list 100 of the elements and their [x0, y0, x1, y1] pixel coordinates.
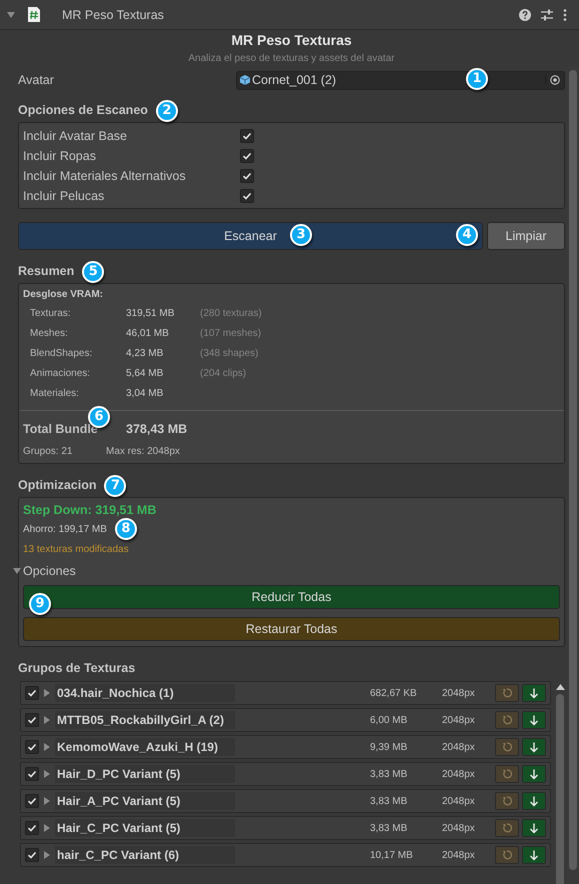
scroll-up-icon[interactable]	[556, 684, 564, 690]
texture-group-row[interactable]: Hair_A_PC Variant (5) 3,83 MB 2048px	[20, 789, 551, 813]
group-resolution: 2048px	[442, 850, 476, 860]
panel-subtitle: Analiza el peso de texturas y assets del avatar	[187, 52, 396, 65]
stat-value: 319,51 MB	[126, 307, 176, 321]
section-title: Optimizacion	[18, 478, 96, 493]
restore-button[interactable]	[495, 846, 519, 864]
texture-group-row[interactable]: Hair_C_PC Variant (5) 3,83 MB 2048px	[20, 816, 551, 840]
undo-icon	[502, 715, 512, 725]
checkbox[interactable]	[240, 129, 254, 143]
checkmark-icon	[27, 715, 37, 725]
callout-badge: 2	[156, 100, 178, 122]
checkbox[interactable]	[25, 686, 39, 700]
modified-count: 13 texturas modificadas	[23, 544, 130, 555]
restore-button[interactable]	[495, 711, 519, 729]
checkmark-icon	[27, 688, 37, 698]
apply-button[interactable]	[522, 846, 546, 864]
settings-sliders-icon[interactable]	[541, 8, 553, 20]
checkbox[interactable]	[25, 713, 39, 727]
help-icon[interactable]	[519, 8, 531, 20]
callout-badge: 7	[104, 474, 126, 496]
group-size: 682,67 KB	[370, 688, 418, 698]
checkbox[interactable]	[25, 740, 39, 754]
callout-badge: 1	[466, 68, 488, 90]
group-resolution: 2048px	[442, 714, 476, 726]
restore-button[interactable]	[495, 792, 519, 810]
foldout-triangle-icon[interactable]	[42, 769, 52, 779]
checkbox[interactable]	[25, 821, 39, 835]
apply-button[interactable]	[522, 765, 546, 783]
section-title: Grupos de Texturas	[18, 661, 136, 676]
restore-button[interactable]	[495, 684, 519, 702]
group-name: MTTB05_RockabillyGirl_A (2)	[55, 711, 235, 729]
down-arrow-icon	[529, 742, 539, 752]
group-size: 9,39 MB	[370, 742, 408, 752]
stat-note: (280 texturas)	[200, 307, 263, 321]
object-field[interactable]: Cornet_001 (2) 1	[236, 70, 565, 90]
stat-label: Meshes:	[30, 327, 69, 341]
texture-group-row[interactable]: hair_C_PC Variant (6) 10,17 MB 2048px	[20, 843, 551, 867]
callout-badge: 8	[114, 518, 137, 540]
stat-value: 3,04 MB	[126, 387, 164, 401]
group-name: KemomoWave_Azuki_H (19)	[55, 738, 235, 756]
more-menu-icon[interactable]	[563, 8, 567, 20]
checkmark-icon	[27, 742, 37, 752]
option-label: Incluir Pelucas	[23, 189, 106, 203]
checkbox[interactable]	[25, 794, 39, 808]
foldout-triangle-icon[interactable]	[42, 850, 52, 860]
texture-group-row[interactable]: MTTB05_RockabillyGirl_A (2) 6,00 MB 2048px	[20, 708, 551, 732]
panel-title: MR Peso Texturas	[230, 32, 353, 49]
group-size: 6,00 MB	[370, 714, 408, 726]
undo-icon	[502, 823, 512, 833]
foldout-triangle-icon[interactable]	[42, 688, 52, 698]
group-resolution: 2048px	[442, 822, 476, 834]
group-name: 034.hair_Nochica (1)	[55, 684, 235, 702]
undo-icon	[502, 769, 512, 779]
foldout-triangle-icon[interactable]	[42, 742, 52, 752]
group-size: 3,83 MB	[370, 796, 408, 806]
group-name: hair_C_PC Variant (6)	[55, 846, 235, 864]
foldout-triangle-icon[interactable]	[12, 566, 22, 576]
apply-button[interactable]	[522, 711, 546, 729]
down-arrow-icon	[529, 796, 539, 806]
foldout-triangle-icon[interactable]	[42, 823, 52, 833]
group-resolution: 2048px	[442, 742, 476, 752]
step-down-text: Step Down: 319,51 MB	[23, 503, 158, 517]
restore-button[interactable]	[495, 819, 519, 837]
group-name: Hair_A_PC Variant (5)	[55, 792, 235, 810]
stat-label: BlendShapes:	[30, 347, 94, 361]
checkmark-icon	[27, 769, 37, 779]
apply-button[interactable]	[522, 684, 546, 702]
max-resolution: Max res: 2048px	[106, 446, 180, 457]
checkmark-icon	[27, 850, 37, 860]
texture-group-row[interactable]: Hair_D_PC Variant (5) 3,83 MB 2048px	[20, 762, 551, 786]
checkbox[interactable]	[240, 189, 254, 203]
group-size: 3,83 MB	[370, 822, 408, 834]
apply-button[interactable]	[522, 792, 546, 810]
clear-button[interactable]: Limpiar	[487, 222, 565, 250]
option-label: Incluir Materiales Alternativos	[23, 169, 187, 183]
checkbox[interactable]	[240, 169, 254, 183]
restore-button[interactable]	[495, 765, 519, 783]
checkbox[interactable]	[25, 848, 39, 862]
restore-all-button[interactable]: Restaurar Todas	[23, 617, 560, 641]
total-value: 378,43 MB	[126, 422, 188, 436]
foldout-label[interactable]: Opciones	[23, 564, 76, 578]
script-icon	[28, 7, 40, 22]
section-title: Resumen	[18, 264, 74, 279]
foldout-triangle-icon[interactable]	[42, 796, 52, 806]
texture-group-row[interactable]: KemomoWave_Azuki_H (19) 9,39 MB 2048px	[20, 735, 551, 759]
apply-button[interactable]	[522, 738, 546, 756]
checkbox[interactable]	[240, 149, 254, 163]
restore-button[interactable]	[495, 738, 519, 756]
apply-button[interactable]	[522, 819, 546, 837]
stat-value: 4,23 MB	[126, 347, 164, 361]
stat-label: Materiales:	[30, 387, 80, 401]
foldout-triangle-icon[interactable]	[42, 715, 52, 725]
checkbox[interactable]	[25, 767, 39, 781]
texture-group-row[interactable]: 034.hair_Nochica (1) 682,67 KB 2048px	[20, 681, 551, 705]
stat-note: (204 clips)	[200, 367, 248, 381]
foldout-triangle-icon[interactable]	[6, 10, 16, 20]
stat-value: 46,01 MB	[126, 327, 170, 341]
stat-value: 5,64 MB	[126, 367, 164, 381]
down-arrow-icon	[529, 768, 539, 780]
